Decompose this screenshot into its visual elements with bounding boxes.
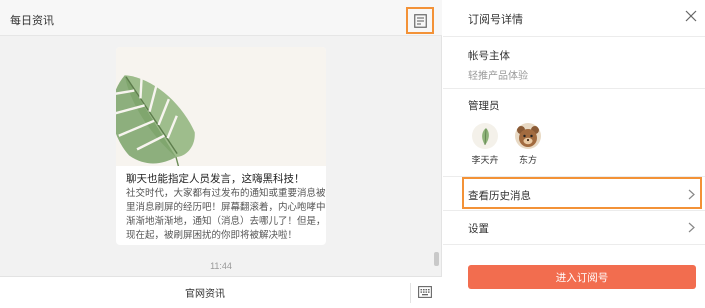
- chat-scrollbar[interactable]: [434, 40, 439, 266]
- chat-title: 每日资讯: [10, 15, 54, 27]
- message-timestamp: 11:44: [210, 261, 232, 271]
- avatar: [472, 123, 498, 149]
- subscription-detail-panel: 订阅号详情 帐号主体 轻推产品体验 管理员 李天卉 东方 查看历史消息 设置 进…: [443, 0, 705, 308]
- admin-item[interactable]: 李天卉: [468, 123, 502, 166]
- avatar: [515, 123, 541, 149]
- panel-title: 订阅号详情: [468, 14, 523, 26]
- enter-subscription-button[interactable]: 进入订阅号: [468, 265, 696, 289]
- admin-name: 李天卉: [471, 155, 499, 165]
- divider: [443, 36, 705, 37]
- article-summary-line: 现在起，被刷屏困扰的你即将被解决啦！: [126, 230, 298, 241]
- settings-label: 设置: [468, 223, 489, 235]
- footer-menu-official-news[interactable]: 官网资讯: [0, 277, 410, 308]
- scrollbar-thumb[interactable]: [434, 252, 439, 266]
- article-title: 聊天也能指定人员发言，这嗨黑科技！: [126, 173, 305, 185]
- article-summary: 社交时代，大家都有过发布的通知或重要消息被群 里消息刷屏的经历吧！屏幕翻滚着，内…: [126, 187, 326, 243]
- article-summary-line: 渐渐地渐渐地，通知（消息）去哪儿了！但是，从: [126, 216, 326, 227]
- divider: [443, 176, 705, 177]
- account-label: 帐号主体: [468, 50, 510, 62]
- article-cover-image: [116, 47, 326, 172]
- admins-label: 管理员: [468, 100, 500, 112]
- view-history-label: 查看历史消息: [468, 190, 531, 202]
- chevron-right-icon: [688, 222, 695, 233]
- chat-pane: 每日资讯 聊天也能指定人员发言，这嗨黑科技！ 社交时代，大家都有过发布的通知或重…: [0, 0, 442, 308]
- article-summary-line: 里消息刷屏的经历吧！屏幕翻滚着，内心咆哮中，: [126, 202, 326, 213]
- close-icon[interactable]: [685, 10, 697, 22]
- footer-divider: [410, 283, 411, 303]
- account-value: 轻推产品体验: [468, 71, 528, 82]
- article-summary-line: 社交时代，大家都有过发布的通知或重要消息被群: [126, 188, 326, 199]
- subscription-detail-button[interactable]: [406, 7, 434, 34]
- chat-header: 每日资讯: [0, 0, 442, 36]
- divider: [443, 244, 705, 245]
- divider: [443, 88, 705, 89]
- document-icon: [413, 13, 427, 28]
- monstera-leaf-image: [116, 75, 195, 172]
- divider: [443, 210, 705, 211]
- keyboard-icon[interactable]: [418, 286, 432, 298]
- chat-footer: 官网资讯: [0, 276, 442, 308]
- chevron-right-icon: [688, 189, 695, 200]
- settings-row[interactable]: 设置: [443, 212, 705, 242]
- view-history-row[interactable]: 查看历史消息: [443, 179, 705, 209]
- article-card[interactable]: 聊天也能指定人员发言，这嗨黑科技！ 社交时代，大家都有过发布的通知或重要消息被群…: [116, 47, 326, 245]
- admin-name: 东方: [518, 155, 537, 165]
- admin-item[interactable]: 东方: [511, 123, 545, 166]
